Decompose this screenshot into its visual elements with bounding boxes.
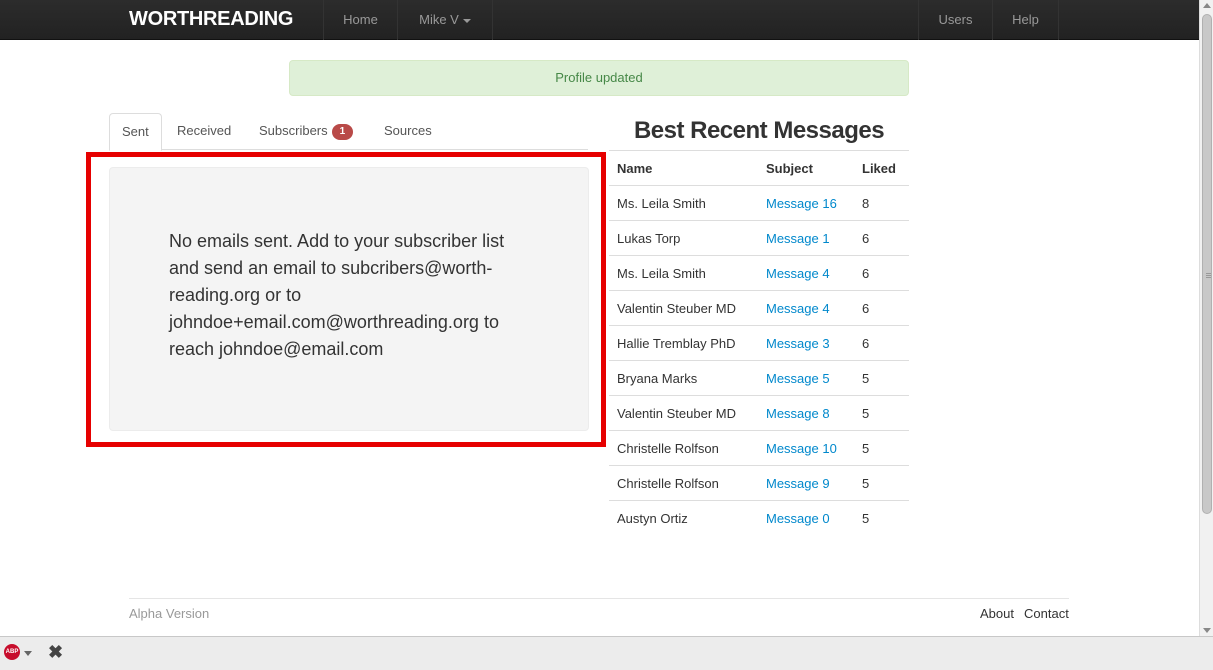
nav-users[interactable]: Users bbox=[919, 0, 992, 40]
page-scrollbar[interactable] bbox=[1199, 0, 1213, 636]
row-liked: 6 bbox=[854, 255, 909, 291]
table-header-row: Name Subject Liked bbox=[609, 150, 909, 186]
col-header-name: Name bbox=[609, 150, 758, 186]
row-liked: 5 bbox=[854, 430, 909, 466]
highlight-box bbox=[86, 152, 606, 447]
scroll-up-icon[interactable] bbox=[1203, 3, 1211, 8]
nav-user-menu[interactable]: Mike V bbox=[398, 0, 492, 40]
row-subject-link[interactable]: Message 4 bbox=[758, 255, 854, 291]
footer-divider bbox=[129, 598, 1069, 599]
scroll-grip-icon bbox=[1206, 273, 1211, 274]
row-name: Austyn Ortiz bbox=[609, 500, 758, 536]
row-name: Valentin Steuber MD bbox=[609, 290, 758, 326]
tab-sources[interactable]: Sources bbox=[372, 113, 444, 150]
caret-down-icon bbox=[462, 18, 471, 23]
tab-subscribers[interactable]: Subscribers 1 bbox=[247, 113, 365, 150]
row-liked: 5 bbox=[854, 500, 909, 536]
row-name: Bryana Marks bbox=[609, 360, 758, 396]
row-liked: 5 bbox=[854, 395, 909, 431]
message-tabs: Sent Received Subscribers 1 Sources bbox=[109, 113, 588, 151]
row-name: Christelle Rolfson bbox=[609, 465, 758, 501]
row-subject-link[interactable]: Message 16 bbox=[758, 185, 854, 221]
col-header-subject: Subject bbox=[758, 150, 854, 186]
row-name: Hallie Tremblay PhD bbox=[609, 325, 758, 361]
nav-home[interactable]: Home bbox=[324, 0, 397, 40]
scroll-down-icon[interactable] bbox=[1203, 628, 1211, 633]
tab-subscribers-label: Subscribers bbox=[259, 123, 328, 138]
row-name: Ms. Leila Smith bbox=[609, 255, 758, 291]
table-row: Christelle Rolfson Message 10 5 bbox=[609, 430, 909, 466]
col-header-liked: Liked bbox=[854, 150, 909, 186]
row-liked: 8 bbox=[854, 185, 909, 221]
close-icon[interactable]: ✖ bbox=[48, 642, 63, 663]
row-subject-link[interactable]: Message 0 bbox=[758, 500, 854, 536]
row-subject-link[interactable]: Message 9 bbox=[758, 465, 854, 501]
table-row: Ms. Leila Smith Message 4 6 bbox=[609, 255, 909, 291]
row-name: Christelle Rolfson bbox=[609, 430, 758, 466]
profile-updated-alert: Profile updated bbox=[289, 60, 909, 96]
row-name: Lukas Torp bbox=[609, 220, 758, 256]
nav-help[interactable]: Help bbox=[993, 0, 1058, 40]
scroll-thumb[interactable] bbox=[1202, 14, 1212, 514]
best-recent-table: Name Subject Liked Ms. Leila Smith Messa… bbox=[609, 150, 909, 536]
row-liked: 5 bbox=[854, 465, 909, 501]
row-subject-link[interactable]: Message 1 bbox=[758, 220, 854, 256]
nav-divider bbox=[1058, 0, 1059, 40]
browser-addon-bar: ABP ✖ bbox=[0, 636, 1213, 670]
row-liked: 6 bbox=[854, 290, 909, 326]
row-liked: 6 bbox=[854, 220, 909, 256]
nav-user-label: Mike V bbox=[419, 12, 459, 27]
subscribers-count-badge: 1 bbox=[331, 123, 354, 140]
row-subject-link[interactable]: Message 4 bbox=[758, 290, 854, 326]
row-name: Ms. Leila Smith bbox=[609, 185, 758, 221]
table-row: Valentin Steuber MD Message 8 5 bbox=[609, 395, 909, 431]
row-subject-link[interactable]: Message 10 bbox=[758, 430, 854, 466]
tab-received[interactable]: Received bbox=[165, 113, 243, 150]
footer-about-link[interactable]: About bbox=[980, 606, 1014, 621]
table-row: Bryana Marks Message 5 5 bbox=[609, 360, 909, 396]
row-subject-link[interactable]: Message 5 bbox=[758, 360, 854, 396]
tab-sent[interactable]: Sent bbox=[109, 113, 162, 151]
brand-logo[interactable]: WORTHREADING bbox=[129, 8, 293, 31]
best-recent-title: Best Recent Messages bbox=[633, 117, 885, 144]
row-subject-link[interactable]: Message 3 bbox=[758, 325, 854, 361]
footer-contact-link[interactable]: Contact bbox=[1024, 606, 1069, 621]
nav-divider bbox=[492, 0, 493, 40]
adblock-icon[interactable]: ABP bbox=[4, 644, 20, 660]
row-liked: 5 bbox=[854, 360, 909, 396]
table-row: Ms. Leila Smith Message 16 8 bbox=[609, 185, 909, 221]
top-navbar: WORTHREADING Home Mike V Users Help bbox=[0, 0, 1199, 40]
row-liked: 6 bbox=[854, 325, 909, 361]
table-row: Lukas Torp Message 1 6 bbox=[609, 220, 909, 256]
table-row: Austyn Ortiz Message 0 5 bbox=[609, 500, 909, 536]
row-subject-link[interactable]: Message 8 bbox=[758, 395, 854, 431]
table-row: Christelle Rolfson Message 9 5 bbox=[609, 465, 909, 501]
footer-version: Alpha Version bbox=[129, 606, 210, 621]
table-row: Valentin Steuber MD Message 4 6 bbox=[609, 290, 909, 326]
row-name: Valentin Steuber MD bbox=[609, 395, 758, 431]
adblock-dropdown-icon[interactable] bbox=[24, 651, 32, 656]
table-row: Hallie Tremblay PhD Message 3 6 bbox=[609, 325, 909, 361]
